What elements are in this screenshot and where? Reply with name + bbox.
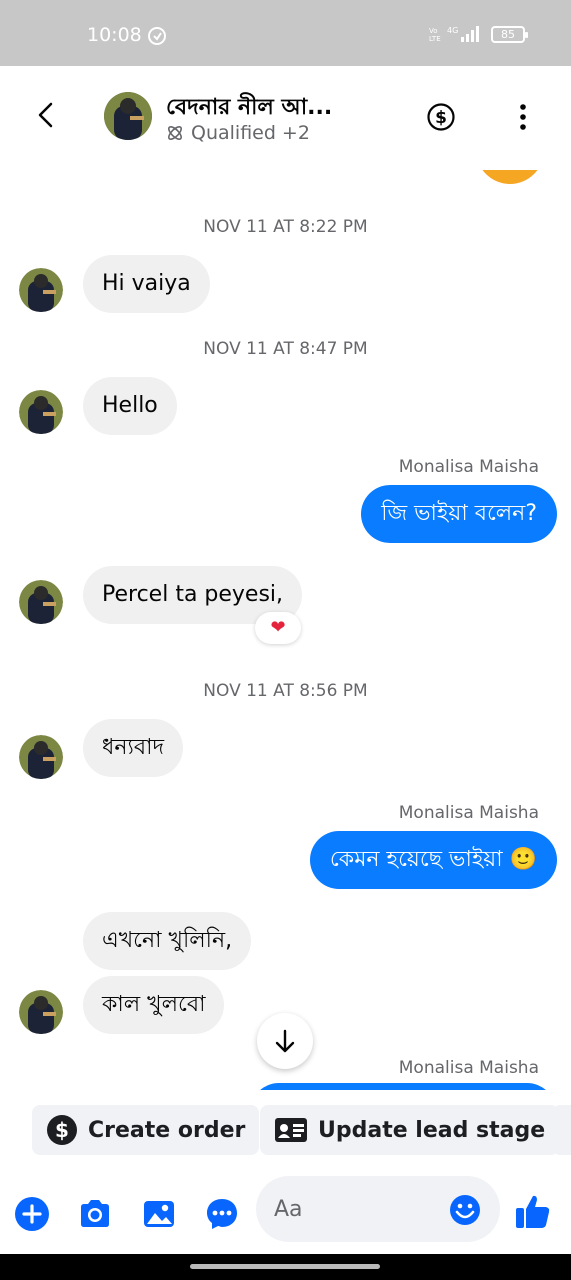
create-order-button[interactable]: $ Create order: [32, 1105, 260, 1155]
svg-text:Vo: Vo: [429, 27, 438, 35]
svg-text:LTE: LTE: [429, 35, 441, 43]
outgoing-message-partial[interactable]: [250, 1083, 556, 1090]
alarm-icon: [148, 27, 166, 45]
outgoing-message[interactable]: কেমন হয়েছে ভাইয়া 🙂: [309, 831, 557, 889]
system-nav-bar: [0, 1254, 571, 1280]
home-gesture-handle[interactable]: [190, 1264, 380, 1269]
smiley-icon[interactable]: [449, 1194, 481, 1226]
sticker-emoji: [482, 170, 538, 184]
status-bar: 10:08 Vo LTE 4G 85: [0, 0, 571, 66]
chat-dots-icon[interactable]: [204, 1196, 240, 1232]
tag-count: +2: [281, 122, 310, 144]
incoming-message[interactable]: Hi vaiya: [83, 255, 210, 313]
incoming-message[interactable]: কাল খুলবো: [83, 976, 225, 1034]
sender-name: Monalisa Maisha: [398, 457, 539, 477]
incoming-message[interactable]: এখনো খুলিনি,: [83, 912, 252, 970]
conversation-header: বেদনার নীল আ... Qualified +2 $: [0, 66, 571, 170]
message-composer: [0, 1162, 571, 1254]
battery-indicator: 85: [491, 25, 528, 43]
camera-icon[interactable]: [77, 1196, 113, 1232]
svg-text:$: $: [55, 1118, 69, 1142]
update-lead-stage-button[interactable]: Update lead stage: [260, 1105, 560, 1155]
sender-avatar[interactable]: [19, 580, 63, 624]
timestamp-separator: NOV 11 AT 8:22 PM: [203, 217, 368, 237]
message-list[interactable]: NOV 11 AT 8:22 PM Hi vaiya NOV 11 AT 8:4…: [0, 170, 571, 1090]
plus-circle-icon[interactable]: [14, 1196, 50, 1232]
image-icon[interactable]: [141, 1196, 177, 1232]
atom-icon: [168, 126, 182, 140]
create-order-label: Create order: [88, 1117, 246, 1143]
sender-avatar[interactable]: [19, 268, 63, 312]
lead-stage-tag: Qualified: [191, 122, 276, 144]
more-vertical-icon[interactable]: [510, 102, 536, 132]
incoming-message[interactable]: Hello: [83, 377, 177, 435]
heart-reaction[interactable]: ❤: [255, 612, 301, 644]
status-time: 10:08: [87, 24, 142, 46]
more-action-chip[interactable]: [552, 1105, 571, 1155]
outgoing-message[interactable]: জি ভাইয়া বলেন?: [361, 485, 557, 543]
arrow-down-icon: [275, 1029, 295, 1053]
svg-text:$: $: [435, 108, 447, 128]
timestamp-separator: NOV 11 AT 8:56 PM: [203, 681, 368, 701]
dollar-circle-icon[interactable]: $: [426, 102, 456, 132]
scroll-to-bottom-button[interactable]: [257, 1013, 313, 1069]
sender-avatar[interactable]: [19, 735, 63, 779]
contact-avatar[interactable]: [104, 92, 152, 140]
sender-name: Monalisa Maisha: [398, 803, 539, 823]
timestamp-separator: NOV 11 AT 8:47 PM: [203, 339, 368, 359]
update-lead-stage-label: Update lead stage: [318, 1117, 546, 1143]
sender-avatar[interactable]: [19, 990, 63, 1034]
status-icons: Vo LTE 4G 85: [429, 25, 528, 43]
lead-tags[interactable]: Qualified +2: [165, 122, 310, 144]
dollar-circle-icon: $: [47, 1115, 77, 1145]
signal-icon: Vo LTE 4G: [429, 26, 479, 43]
thumbs-up-icon[interactable]: [514, 1192, 552, 1230]
svg-text:4G: 4G: [447, 26, 458, 35]
id-card-icon: [275, 1118, 307, 1142]
incoming-message[interactable]: ধন্যবাদ: [83, 719, 184, 777]
quick-actions-bar: $ Create order Update lead stage: [0, 1100, 571, 1162]
sender-avatar[interactable]: [19, 390, 63, 434]
chevron-left-icon[interactable]: [30, 99, 62, 131]
sender-name: Monalisa Maisha: [398, 1058, 539, 1078]
